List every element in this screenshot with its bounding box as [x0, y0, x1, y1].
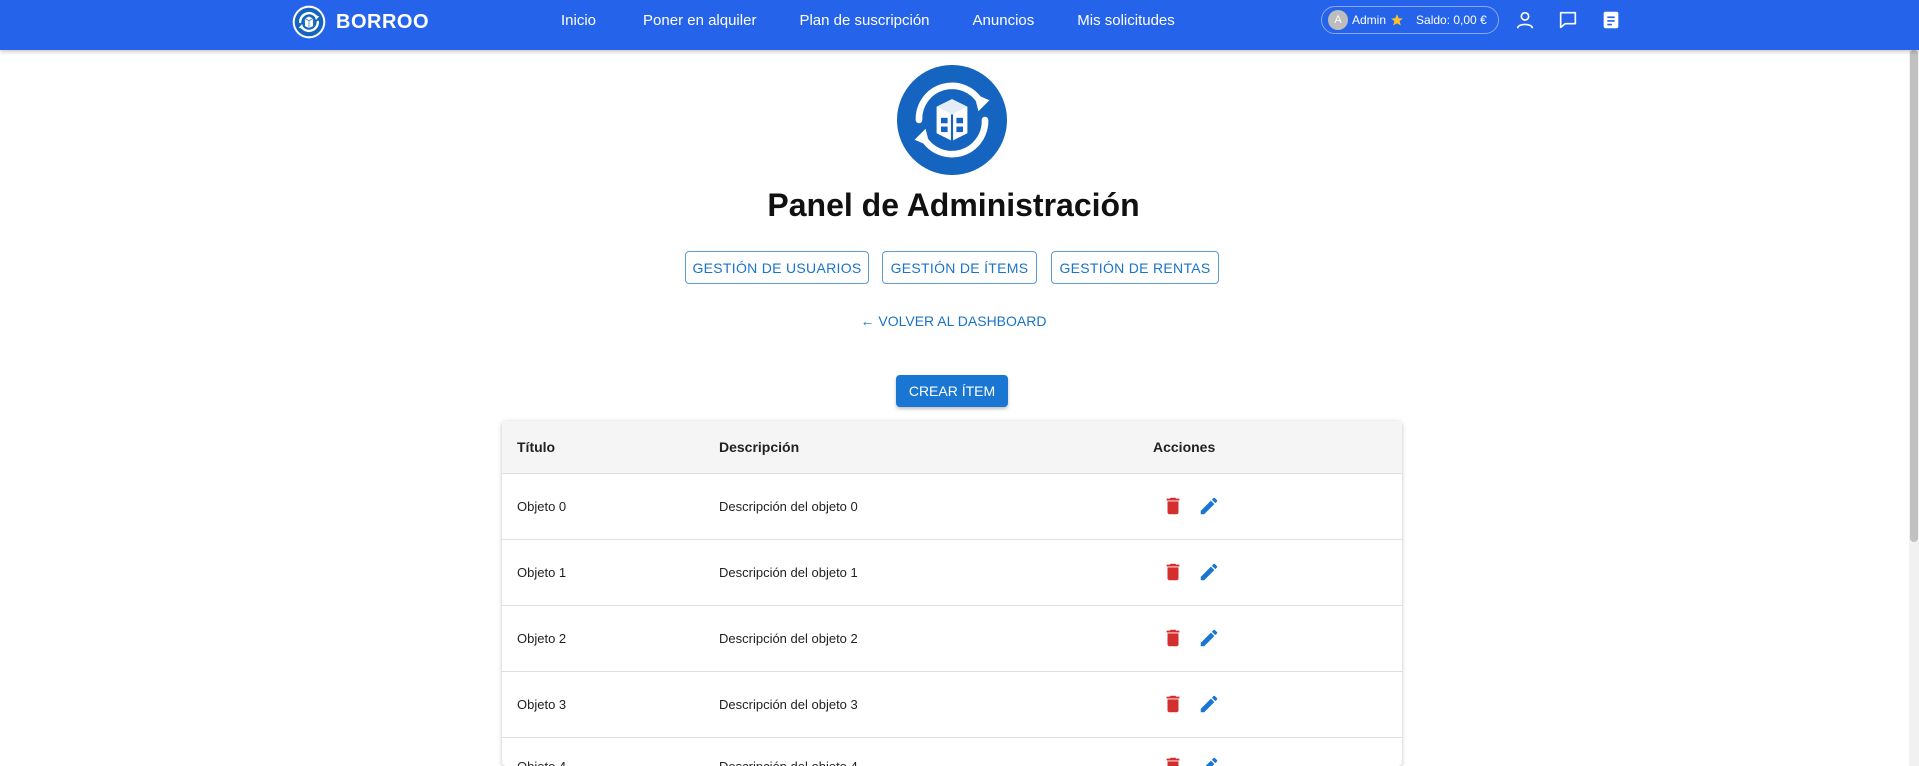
nav-link-poner-en-alquiler[interactable]: Poner en alquiler — [643, 12, 756, 29]
edit-icon[interactable] — [1198, 693, 1220, 715]
page-title: Panel de Administración — [767, 187, 1140, 223]
balance-text: Saldo: 0,00 € — [1416, 13, 1487, 27]
delete-icon[interactable] — [1162, 693, 1184, 715]
item-description: Descripción del objeto 0 — [719, 499, 858, 514]
main-nav: Inicio Poner en alquiler Plan de suscrip… — [561, 0, 1175, 40]
column-header-title: Título — [517, 439, 556, 455]
nav-link-plan-de-suscripcion[interactable]: Plan de suscripción — [799, 12, 929, 29]
item-description: Descripción del objeto 4 — [719, 734, 858, 766]
table-row: Objeto 0 Descripción del objeto 0 — [502, 474, 1402, 540]
scrollbar-thumb[interactable] — [1910, 50, 1918, 542]
avatar: A — [1328, 10, 1348, 30]
chat-icon[interactable] — [1557, 9, 1579, 31]
borroo-logo-icon — [897, 65, 1007, 175]
item-description: Descripción del objeto 2 — [719, 631, 858, 646]
item-title: Objeto 2 — [517, 631, 567, 646]
edit-icon[interactable] — [1198, 561, 1220, 583]
person-icon[interactable] — [1514, 9, 1536, 31]
rental-management-button[interactable]: GESTIÓN DE RENTAS — [1051, 251, 1219, 284]
items-table: Título Descripción Acciones Objeto 0 Des… — [502, 421, 1402, 766]
delete-icon[interactable] — [1162, 561, 1184, 583]
table-row: Objeto 1 Descripción del objeto 1 — [502, 540, 1402, 606]
item-description: Descripción del objeto 1 — [719, 565, 858, 580]
brand[interactable]: BORROO — [292, 4, 429, 40]
item-title: Objeto 1 — [517, 565, 567, 580]
nav-link-inicio[interactable]: Inicio — [561, 12, 596, 29]
table-row: Objeto 2 Descripción del objeto 2 — [502, 606, 1402, 672]
create-item-button[interactable]: CREAR ÍTEM — [896, 375, 1008, 407]
brand-name: BORROO — [336, 10, 429, 33]
notes-icon[interactable] — [1600, 9, 1622, 31]
item-title: Objeto 3 — [517, 697, 567, 712]
nav-link-anuncios[interactable]: Anuncios — [973, 12, 1035, 29]
star-icon — [1391, 14, 1403, 26]
delete-icon[interactable] — [1162, 627, 1184, 649]
user-management-button[interactable]: GESTIÓN DE USUARIOS — [685, 251, 869, 284]
item-description: Descripción del objeto 3 — [719, 697, 858, 712]
delete-icon[interactable] — [1162, 755, 1184, 766]
delete-icon[interactable] — [1162, 495, 1184, 517]
edit-icon[interactable] — [1198, 627, 1220, 649]
column-header-actions: Acciones — [1153, 439, 1216, 455]
top-navbar: BORROO Inicio Poner en alquiler Plan de … — [0, 0, 1919, 50]
scrollbar[interactable] — [1909, 50, 1919, 766]
back-to-dashboard-label[interactable]: ← VOLVER AL DASHBOARD — [861, 313, 1047, 329]
item-title: Objeto 4 — [517, 734, 566, 766]
table-row: Objeto 3 Descripción del objeto 3 — [502, 672, 1402, 738]
edit-icon[interactable] — [1198, 755, 1220, 766]
user-name: Admin — [1352, 13, 1387, 27]
table-header: Título Descripción Acciones — [502, 421, 1402, 474]
brand-logo-icon — [292, 5, 326, 39]
item-title: Objeto 0 — [517, 499, 567, 514]
user-chip[interactable]: A Admin Saldo: 0,00 € — [1321, 6, 1499, 34]
column-header-description: Descripción — [719, 439, 800, 455]
item-management-button[interactable]: GESTIÓN DE ÍTEMS — [882, 251, 1037, 284]
back-to-dashboard-link[interactable]: ← VOLVER AL DASHBOARD — [0, 313, 1907, 329]
table-row: Objeto 4 Descripción del objeto 4 — [502, 738, 1402, 766]
nav-link-mis-solicitudes[interactable]: Mis solicitudes — [1077, 12, 1175, 29]
edit-icon[interactable] — [1198, 495, 1220, 517]
